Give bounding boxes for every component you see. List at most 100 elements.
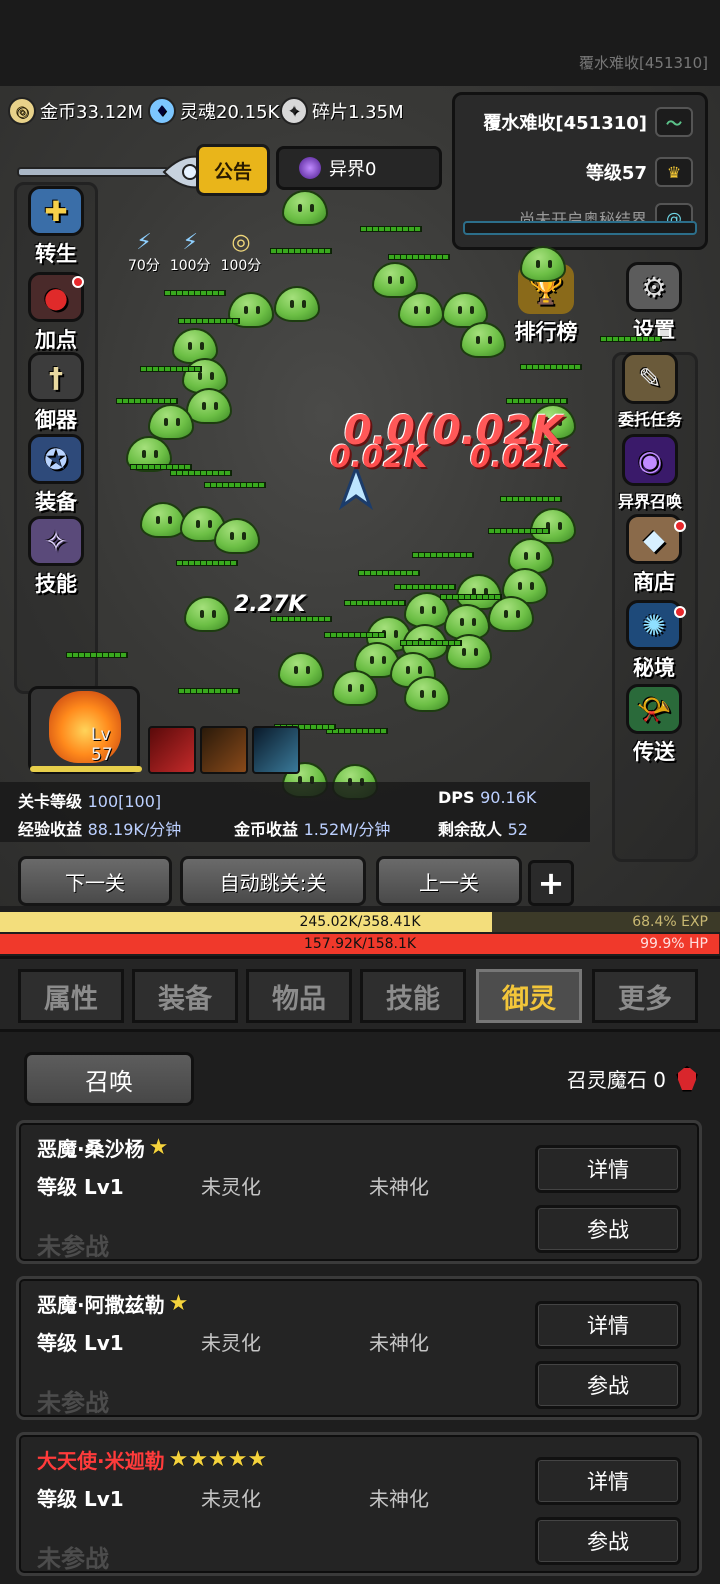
dps-label: DPS bbox=[438, 788, 475, 807]
tab-equipment[interactable]: 装备 bbox=[132, 969, 238, 1023]
enemy-hp-bar bbox=[66, 652, 128, 658]
enemy-hp-bar bbox=[488, 528, 550, 534]
wind-icon[interactable]: 〜 bbox=[655, 107, 693, 137]
enemy-hp-bar bbox=[600, 336, 662, 342]
attribute-points-label: 加点 bbox=[35, 328, 77, 352]
soul-buff-icon: ⚡ bbox=[136, 230, 152, 255]
enemy-hp-bar bbox=[178, 688, 240, 694]
hero-level: Lv 57 bbox=[91, 725, 113, 765]
slime-enemy[interactable] bbox=[398, 292, 444, 328]
ice-skill-icon[interactable] bbox=[252, 726, 300, 774]
spirit-deify-status: 未神化 bbox=[369, 1487, 429, 1511]
otherworld-counter[interactable]: 异界0 bbox=[276, 146, 442, 190]
spirit-card: 大天使·米迦勒 ★★★★★ 等级 Lv1 未灵化 未神化 未参战 详情 参战 bbox=[16, 1432, 702, 1576]
soul-buff-icon: ⚡ bbox=[182, 230, 198, 255]
stage-level-label: 关卡等级 bbox=[18, 792, 83, 811]
portal-icon: ✺ bbox=[626, 600, 682, 650]
slime-enemy[interactable] bbox=[214, 518, 260, 554]
enemy-hp-bar bbox=[204, 482, 266, 488]
slime-enemy[interactable] bbox=[460, 322, 506, 358]
spirit-deify-status: 未神化 bbox=[369, 1175, 429, 1199]
slime-enemy[interactable] bbox=[184, 596, 230, 632]
otherworld-text: 异界0 bbox=[329, 159, 377, 180]
slime-enemy[interactable] bbox=[278, 652, 324, 688]
sword-icon: † bbox=[28, 352, 84, 402]
previous-stage-button[interactable]: 上一关 bbox=[376, 856, 522, 906]
claw-skill-icon[interactable] bbox=[148, 726, 196, 774]
buff-time: 100分 bbox=[220, 258, 262, 274]
hp-bar-percent: 99.9% HP bbox=[640, 936, 708, 952]
spirit-awaken-status: 未灵化 bbox=[201, 1175, 261, 1199]
buff-item[interactable]: ⚡ 70分 bbox=[128, 230, 160, 275]
tab-items[interactable]: 物品 bbox=[246, 969, 352, 1023]
rebirth-icon: ✚ bbox=[28, 186, 84, 236]
otherworld-summon-button[interactable]: ◉ 异界召唤 bbox=[614, 430, 686, 514]
detail-button[interactable]: 详情 bbox=[535, 1301, 681, 1349]
player-name: 覆水难收[451310] bbox=[483, 113, 647, 134]
exp-bar-percent: 68.4% EXP bbox=[632, 914, 708, 930]
attribute-points-button[interactable]: ● 加点 bbox=[20, 272, 92, 356]
slime-enemy[interactable] bbox=[274, 286, 320, 322]
tab-spirits[interactable]: 御灵 bbox=[476, 969, 582, 1023]
crown-icon[interactable]: ♛ bbox=[655, 157, 693, 187]
commission-tasks-button[interactable]: ✎ 委托任务 bbox=[614, 348, 686, 432]
hp-bar-text: 157.92K/158.1K bbox=[303, 936, 417, 952]
skills-button[interactable]: ✧ 技能 bbox=[20, 516, 92, 600]
bag-icon: ◆ bbox=[626, 514, 682, 564]
summon-button[interactable]: 召唤 bbox=[24, 1052, 194, 1106]
notice-button[interactable]: 公告 bbox=[196, 144, 270, 196]
flame-skill-icon[interactable] bbox=[200, 726, 248, 774]
spirit-name: 大天使·米迦勒 bbox=[37, 1449, 165, 1473]
scroll-icon: ✧ bbox=[28, 516, 84, 566]
exp-bar: 245.02K/358.41K 68.4% EXP bbox=[0, 912, 720, 932]
hero-portrait[interactable]: Lv 57 bbox=[28, 686, 140, 774]
slime-enemy[interactable] bbox=[186, 388, 232, 424]
detail-button[interactable]: 详情 bbox=[535, 1145, 681, 1193]
join-battle-button[interactable]: 参战 bbox=[535, 1361, 681, 1409]
buff-item[interactable]: ⚡ 100分 bbox=[170, 230, 211, 275]
red-gem-icon bbox=[676, 1065, 698, 1092]
artifact-button[interactable]: † 御器 bbox=[20, 352, 92, 436]
join-battle-button[interactable]: 参战 bbox=[535, 1205, 681, 1253]
shard-resource: ✦ 碎片1.35M bbox=[280, 96, 404, 126]
slime-enemy[interactable] bbox=[140, 502, 186, 538]
next-stage-button[interactable]: 下一关 bbox=[18, 856, 172, 906]
auto-skip-toggle[interactable]: 自动跳关:关 bbox=[180, 856, 366, 906]
dps-value: 90.16K bbox=[480, 788, 537, 807]
enemy-hp-bar bbox=[344, 600, 406, 606]
slime-enemy[interactable] bbox=[404, 676, 450, 712]
buff-item[interactable]: ◎ 100分 bbox=[221, 230, 262, 275]
tab-skills[interactable]: 技能 bbox=[360, 969, 466, 1023]
rebirth-button[interactable]: ✚ 转生 bbox=[20, 186, 92, 270]
tab-more[interactable]: 更多 bbox=[592, 969, 698, 1023]
skills-label: 技能 bbox=[35, 572, 77, 596]
shop-button[interactable]: ◆ 商店 bbox=[618, 514, 690, 598]
soul-resource: ♦ 灵魂20.15K bbox=[148, 96, 279, 126]
teleport-button[interactable]: 📯 传送 bbox=[618, 684, 690, 768]
detail-button[interactable]: 详情 bbox=[535, 1457, 681, 1505]
artifact-label: 御器 bbox=[35, 408, 77, 432]
spirit-name-row: 恶魔·阿撒兹勒 ★ bbox=[37, 1289, 188, 1318]
buff-time: 70分 bbox=[128, 258, 160, 274]
enemy-hp-bar bbox=[324, 632, 386, 638]
equipment-button[interactable]: ✪ 装备 bbox=[20, 434, 92, 518]
spirit-name-row: 大天使·米迦勒 ★★★★★ bbox=[37, 1445, 267, 1474]
slime-enemy[interactable] bbox=[520, 246, 566, 282]
enemy-hp-bar bbox=[178, 318, 240, 324]
settings-button[interactable]: ⚙ 设置 bbox=[618, 262, 690, 346]
exp-income-value: 88.19K/分钟 bbox=[87, 820, 182, 839]
join-battle-button[interactable]: 参战 bbox=[535, 1517, 681, 1565]
spirit-name: 恶魔·桑沙杨 bbox=[37, 1137, 145, 1161]
tab-attributes[interactable]: 属性 bbox=[18, 969, 124, 1023]
commission-tasks-label: 委托任务 bbox=[617, 410, 682, 429]
enemy-hp-bar bbox=[400, 640, 462, 646]
plus-icon[interactable]: + bbox=[528, 860, 574, 906]
stage-level-value: 100[100] bbox=[87, 792, 162, 811]
secret-realm-button[interactable]: ✺ 秘境 bbox=[618, 600, 690, 684]
secret-realm-label: 秘境 bbox=[633, 656, 675, 680]
soul-text: 灵魂20.15K bbox=[180, 102, 280, 123]
slime-enemy[interactable] bbox=[372, 262, 418, 298]
slime-enemy[interactable] bbox=[282, 190, 328, 226]
summon-stone-count: 召灵魔石 0 bbox=[567, 1064, 698, 1093]
main-tabs: 属性 装备 物品 技能 御灵 更多 bbox=[0, 956, 720, 1032]
